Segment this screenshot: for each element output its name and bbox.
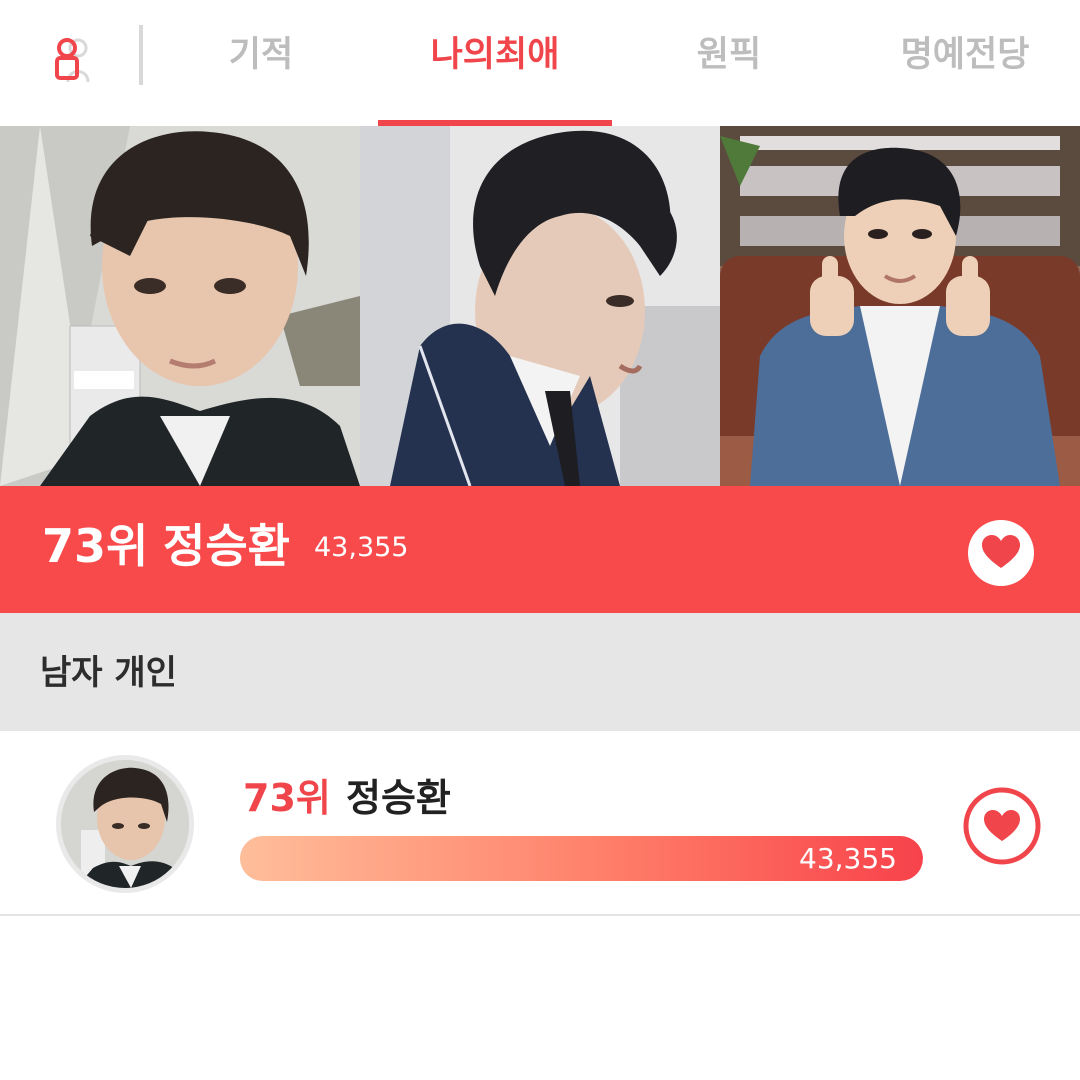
person-avatar-icon[interactable]: [48, 34, 98, 84]
favorite-banner: 73위 정승환 43,355: [0, 486, 1080, 613]
top-navigation: 기적 나의최애 원픽 명예전당: [0, 0, 1080, 126]
profile-photo-selfie[interactable]: [0, 126, 360, 486]
item-rank: 73위: [243, 776, 331, 820]
tab-my-favorite[interactable]: 나의최애: [378, 30, 612, 80]
heart-icon[interactable]: [967, 519, 1035, 591]
tab-miracle[interactable]: 기적: [188, 30, 334, 80]
item-name: 정승환: [346, 776, 451, 820]
profile-photo-thumbs-up[interactable]: [720, 126, 1080, 486]
banner-name: 정승환: [163, 519, 290, 573]
profile-photo-side[interactable]: [360, 126, 720, 486]
category-header: 남자 개인: [0, 613, 1080, 731]
vote-progress-bar: 43,355: [240, 836, 923, 881]
photo-strip: [0, 126, 1080, 486]
banner-rank: 73위: [42, 519, 149, 573]
vote-count: 43,355: [799, 842, 897, 875]
category-title: 남자 개인: [40, 653, 177, 693]
avatar[interactable]: [56, 755, 194, 893]
banner-vote-count: 43,355: [314, 532, 409, 563]
nav-divider: [139, 25, 143, 85]
heart-icon[interactable]: [962, 786, 1042, 866]
tab-hall-of-fame[interactable]: 명예전당: [880, 30, 1050, 80]
list-item[interactable]: 73위 정승환 43,355: [0, 731, 1080, 916]
tab-one-pick[interactable]: 원픽: [656, 30, 802, 80]
